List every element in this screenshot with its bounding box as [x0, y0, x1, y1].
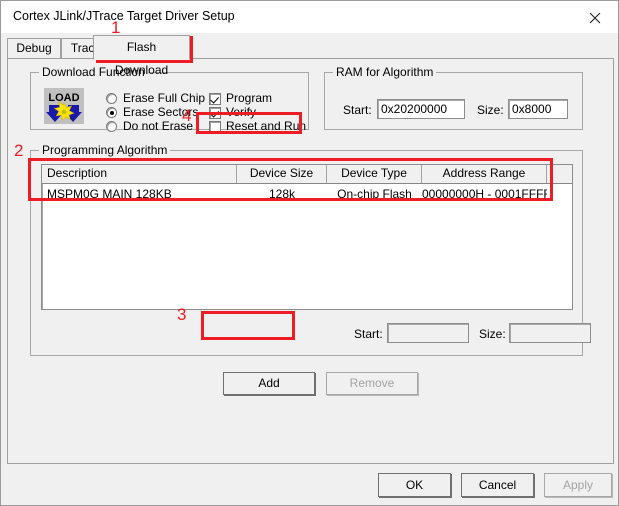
window-title: Cortex JLink/JTrace Target Driver Setup	[13, 9, 235, 23]
algo-size-label: Size:	[479, 327, 506, 341]
cell-device-size: 128k	[268, 187, 296, 201]
radio-erase-full-chip-label: Erase Full Chip	[123, 91, 206, 105]
programming-algorithm-title: Programming Algorithm	[39, 143, 171, 157]
ram-for-algorithm-group: RAM for Algorithm Start: 0x20200000 Size…	[324, 65, 583, 130]
ram-size-label: Size:	[477, 103, 504, 117]
tab-page-flash-download: Download Function LOAD Erase Full Chip E…	[7, 58, 614, 464]
programming-algorithm-group: Programming Algorithm Description Device…	[30, 143, 591, 395]
radio-do-not-erase-label: Do not Erase	[123, 119, 194, 133]
add-button[interactable]: Add	[223, 372, 315, 395]
column-header-spacer[interactable]	[547, 165, 572, 183]
cell-device-type: On-chip Flash	[337, 187, 412, 201]
dialog-window: Cortex JLink/JTrace Target Driver Setup …	[0, 0, 619, 506]
ram-start-input[interactable]: 0x20200000	[377, 99, 465, 119]
cancel-button-label: Cancel	[478, 478, 517, 492]
apply-button[interactable]: Apply	[544, 473, 612, 497]
download-function-group: Download Function LOAD Erase Full Chip E…	[30, 65, 309, 133]
remove-button[interactable]: Remove	[326, 372, 418, 395]
apply-button-label: Apply	[562, 478, 594, 492]
tab-debug[interactable]: Debug	[7, 38, 61, 59]
ok-button[interactable]: OK	[378, 473, 451, 497]
checkbox-reset-and-run-indicator	[209, 121, 221, 133]
column-header-address-range[interactable]: Address Range	[422, 165, 547, 183]
close-icon[interactable]	[572, 1, 618, 32]
radio-erase-sectors-label: Erase Sectors	[123, 105, 199, 119]
ok-button-label: OK	[405, 478, 424, 492]
programming-algorithm-header: Description Device Size Device Type Addr…	[42, 165, 572, 184]
ram-size-input[interactable]: 0x8000	[508, 99, 568, 119]
radio-erase-full-chip-indicator	[106, 93, 117, 104]
table-row[interactable]: MSPM0G MAIN 128KB 128k On-chip Flash 000…	[42, 184, 572, 204]
column-header-device-size[interactable]: Device Size	[237, 165, 327, 183]
svg-text:LOAD: LOAD	[48, 92, 79, 104]
radio-do-not-erase-indicator	[106, 121, 117, 132]
add-button-label: Add	[258, 376, 280, 390]
load-icon: LOAD	[44, 88, 84, 124]
algo-start-input[interactable]	[387, 323, 469, 343]
cell-address-range: 00000000H - 0001FFFFH	[422, 187, 547, 201]
tab-flash-download[interactable]: Flash Download	[93, 35, 190, 77]
column-header-description[interactable]: Description	[42, 165, 237, 183]
load-glyph: LOAD	[44, 88, 84, 124]
cancel-button[interactable]: Cancel	[461, 473, 534, 497]
remove-button-label: Remove	[349, 376, 395, 390]
algo-start-label: Start:	[354, 327, 383, 341]
column-header-device-type[interactable]: Device Type	[327, 165, 422, 183]
checkbox-reset-and-run-label: Reset and Run	[226, 119, 307, 133]
ram-for-algorithm-title: RAM for Algorithm	[333, 65, 437, 79]
titlebar: Cortex JLink/JTrace Target Driver Setup	[1, 1, 618, 33]
ram-start-label: Start:	[343, 103, 372, 117]
checkbox-verify-label: Verify	[226, 105, 257, 119]
close-glyph	[589, 12, 601, 24]
algo-size-input[interactable]	[509, 323, 591, 343]
radio-erase-sectors-indicator	[106, 107, 117, 118]
programming-algorithm-list[interactable]: Description Device Size Device Type Addr…	[41, 164, 573, 310]
tabstrip: Debug Trace Flash Download	[1, 34, 619, 77]
cell-description: MSPM0G MAIN 128KB	[47, 187, 172, 201]
checkbox-program-label: Program	[226, 91, 273, 105]
checkbox-program-indicator	[209, 93, 221, 105]
checkbox-verify-indicator	[209, 107, 221, 119]
